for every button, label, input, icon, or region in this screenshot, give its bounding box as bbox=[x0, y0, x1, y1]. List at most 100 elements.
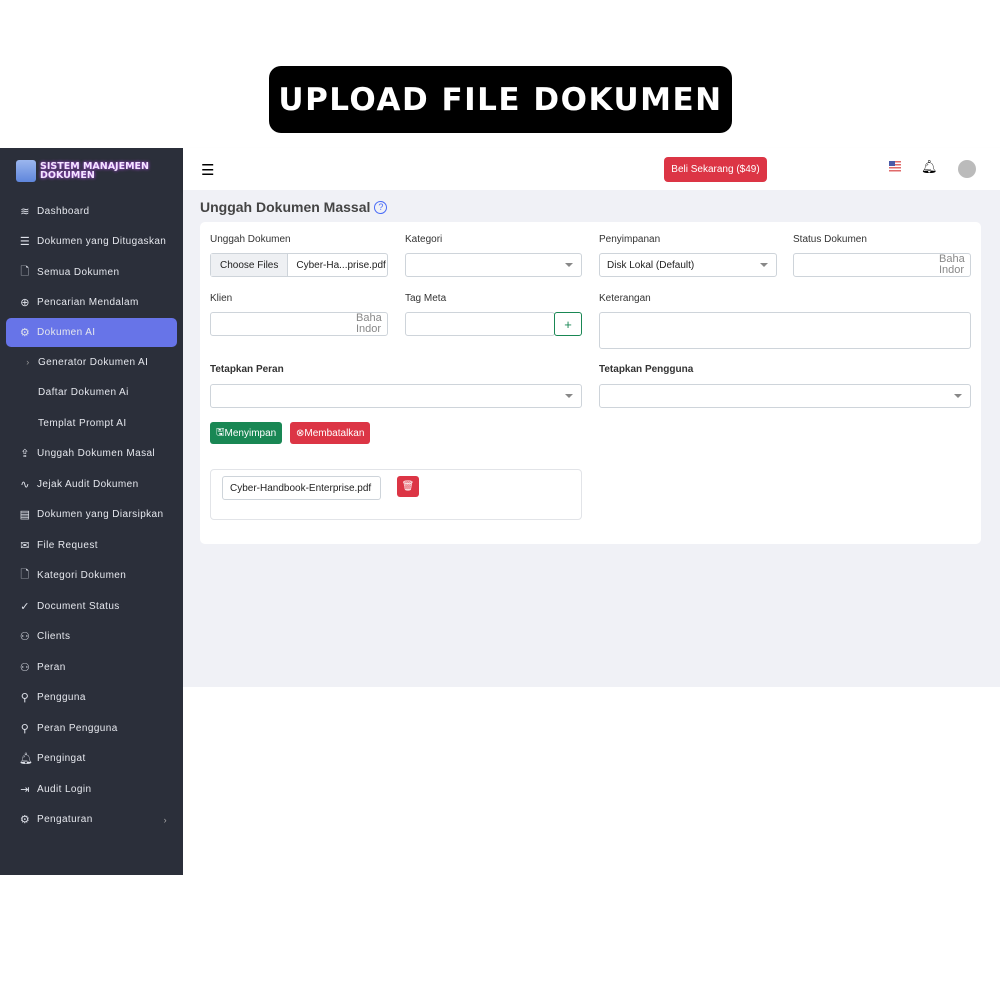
description-label: Keterangan bbox=[599, 293, 651, 304]
sidebar-item-pengingat[interactable]: 🔔︎ Pengingat bbox=[0, 744, 183, 775]
chevron-right-icon: › bbox=[163, 814, 167, 825]
activity-icon: ∿ bbox=[20, 478, 30, 491]
sidebar-item-daftar-dokumen-ai[interactable]: Daftar Dokumen Ai bbox=[0, 378, 183, 409]
sidebar-item-templat-prompt-ai[interactable]: Templat Prompt AI bbox=[0, 408, 183, 439]
archive-icon: ▤ bbox=[19, 509, 31, 522]
us-flag-icon[interactable] bbox=[889, 161, 901, 172]
logo-icon bbox=[16, 160, 36, 182]
assign-role-label: Tetapkan Peran bbox=[210, 364, 284, 375]
sidebar-item-dashboard[interactable]: ≋ Dashboard bbox=[0, 196, 183, 227]
sidebar-item-label: Unggah Dokumen Masal bbox=[37, 448, 156, 460]
sidebar-item-kategori-dokumen[interactable]: 🗋 Kategori Dokumen bbox=[0, 561, 183, 592]
save-button[interactable]: 🖫 Menyimpan bbox=[210, 422, 283, 444]
sidebar-item-peran[interactable]: ⚇ Peran bbox=[0, 652, 183, 683]
sidebar-item-label: Document Status bbox=[37, 600, 120, 612]
storage-value: Disk Lokal (Default) bbox=[607, 259, 695, 271]
page-title: Unggah Dokumen Massal? bbox=[200, 199, 388, 215]
avatar[interactable] bbox=[958, 160, 976, 178]
sidebar-item-label: Clients bbox=[37, 631, 71, 643]
user-icon: ⚲ bbox=[20, 692, 30, 705]
file-list: Cyber-Handbook-Enterprise.pdf 🗑︎ bbox=[210, 469, 582, 520]
sidebar-item-pengaturan[interactable]: ⚙ Pengaturan › bbox=[0, 805, 183, 836]
sidebar-item-label: Pencarian Mendalam bbox=[37, 297, 139, 309]
file-icon: 🗋 bbox=[20, 569, 30, 582]
list-icon: ☰ bbox=[19, 236, 31, 249]
sidebar-item-pencarian-mendalam[interactable]: ⊕ Pencarian Mendalam bbox=[0, 288, 183, 319]
sidebar-item-audit-login[interactable]: ⇥ Audit Login bbox=[0, 774, 183, 805]
status-select[interactable]: Baha Indor bbox=[793, 253, 971, 277]
sidebar-item-dokumen-ai[interactable]: ⚙ Dokumen AI bbox=[6, 318, 177, 347]
users-icon: ⚇ bbox=[19, 631, 31, 644]
check-icon: ✓ bbox=[20, 600, 30, 613]
client-select[interactable]: Baha Indor bbox=[210, 312, 388, 336]
sidebar-nav: ≋ Dashboard ☰ Dokumen yang Ditugaskan 🗋 Semua… bbox=[0, 196, 183, 835]
meta-tag-input[interactable] bbox=[405, 312, 555, 336]
meta-tag-label: Tag Meta bbox=[405, 293, 447, 304]
help-icon[interactable]: ? bbox=[374, 200, 388, 214]
sidebar-item-label: Pengingat bbox=[37, 753, 86, 765]
description-textarea[interactable] bbox=[599, 312, 971, 349]
sidebar-item-label: Jejak Audit Dokumen bbox=[37, 478, 139, 490]
chosen-file-name: Cyber-Ha...prise.pdf bbox=[296, 259, 386, 271]
layers-icon: ≋ bbox=[20, 205, 30, 218]
log-in-icon: ⇥ bbox=[20, 783, 30, 796]
sidebar-item-label: Templat Prompt AI bbox=[38, 417, 127, 429]
users-icon: ⚇ bbox=[19, 661, 31, 674]
sidebar-item-jejak-audit-dokumen[interactable]: ∿ Jejak Audit Dokumen bbox=[0, 469, 183, 500]
upload-icon: ⇪ bbox=[20, 448, 30, 461]
cancel-button[interactable]: ⊗ Membatalkan bbox=[290, 422, 371, 444]
sidebar-item-peran-pengguna[interactable]: ⚲ Peran Pengguna bbox=[0, 713, 183, 744]
logo-text: SISTEM MANAJEMEN DOKUMEN bbox=[40, 161, 149, 181]
assign-user-select[interactable] bbox=[599, 384, 971, 408]
caret-down-icon bbox=[565, 263, 573, 271]
bell-icon[interactable]: 🔔︎ bbox=[921, 159, 938, 175]
sidebar-item-label: Dokumen AI bbox=[37, 327, 96, 338]
add-meta-tag-button[interactable]: + bbox=[554, 312, 582, 336]
sidebar-item-label: Semua Dokumen bbox=[37, 266, 120, 278]
delete-file-button[interactable]: 🗑︎ bbox=[397, 476, 419, 497]
page-title-text: Unggah Dokumen Massal bbox=[200, 199, 371, 215]
sidebar-item-semua-dokumen[interactable]: 🗋 Semua Dokumen bbox=[0, 257, 183, 288]
sidebar-item-dokumen-yang-ditugaskan[interactable]: ☰ Dokumen yang Ditugaskan bbox=[0, 227, 183, 258]
sidebar-item-label: Dashboard bbox=[37, 205, 90, 217]
caret-down-icon bbox=[954, 394, 962, 402]
file-input[interactable]: Choose Files Cyber-Ha...prise.pdf bbox=[210, 253, 388, 277]
sidebar-item-generator-dokumen-ai[interactable]: › Generator Dokumen AI bbox=[0, 347, 183, 378]
file-icon: 🗋 bbox=[20, 265, 30, 278]
client-label: Klien bbox=[210, 293, 233, 304]
top-header: ☰ Beli Sekarang ($49) 🔔︎ bbox=[183, 148, 1000, 190]
cpu-icon: ⚙ bbox=[19, 327, 31, 339]
inbox-icon: ✉ bbox=[20, 539, 30, 552]
cancel-icon: ⊗ bbox=[296, 427, 305, 439]
sidebar-item-clients[interactable]: ⚇ Clients bbox=[0, 622, 183, 653]
category-label: Kategori bbox=[405, 234, 443, 245]
sidebar: SISTEM MANAJEMEN DOKUMEN ≋ Dashboard ☰ Doku… bbox=[0, 148, 183, 875]
sidebar-item-file-request[interactable]: ✉ File Request bbox=[0, 530, 183, 561]
storage-select[interactable]: Disk Lokal (Default) bbox=[599, 253, 777, 277]
buy-now-button[interactable]: Beli Sekarang ($49) bbox=[664, 157, 767, 182]
assign-role-select[interactable] bbox=[210, 384, 582, 408]
sidebar-item-label: Daftar Dokumen Ai bbox=[38, 387, 129, 399]
banner-title: UPLOAD FILE DOKUMEN bbox=[269, 66, 732, 133]
caret-down-icon bbox=[760, 263, 768, 271]
category-select[interactable] bbox=[405, 253, 582, 277]
save-icon: 🖫 bbox=[216, 426, 225, 438]
sidebar-item-label: Kategori Dokumen bbox=[37, 570, 127, 582]
sidebar-item-unggah-dokumen-masal[interactable]: ⇪ Unggah Dokumen Masal bbox=[0, 439, 183, 470]
logo[interactable]: SISTEM MANAJEMEN DOKUMEN bbox=[16, 160, 150, 182]
sidebar-item-label: Generator Dokumen AI bbox=[38, 356, 149, 368]
sidebar-item-document-status[interactable]: ✓ Document Status bbox=[0, 591, 183, 622]
chevron-right-icon: › bbox=[26, 357, 30, 368]
sidebar-item-dokumen-yang-diarsipkan[interactable]: ▤ Dokumen yang Diarsipkan bbox=[0, 500, 183, 531]
zoom-in-icon: ⊕ bbox=[20, 297, 30, 310]
user-check-icon: ⚲ bbox=[20, 722, 30, 735]
file-name-field[interactable]: Cyber-Handbook-Enterprise.pdf bbox=[222, 476, 381, 500]
caret-down-icon bbox=[565, 394, 573, 402]
sidebar-item-pengguna[interactable]: ⚲ Pengguna bbox=[0, 683, 183, 714]
choose-files-button[interactable]: Choose Files bbox=[211, 254, 289, 276]
trash-icon: 🗑︎ bbox=[401, 481, 415, 492]
status-placeholder: Baha Indor bbox=[939, 254, 965, 276]
bell-icon: 🔔︎ bbox=[19, 753, 34, 766]
upload-form-card: Unggah Dokumen Choose Files Cyber-Ha...p… bbox=[200, 222, 981, 544]
menu-icon[interactable]: ☰ bbox=[201, 161, 214, 179]
